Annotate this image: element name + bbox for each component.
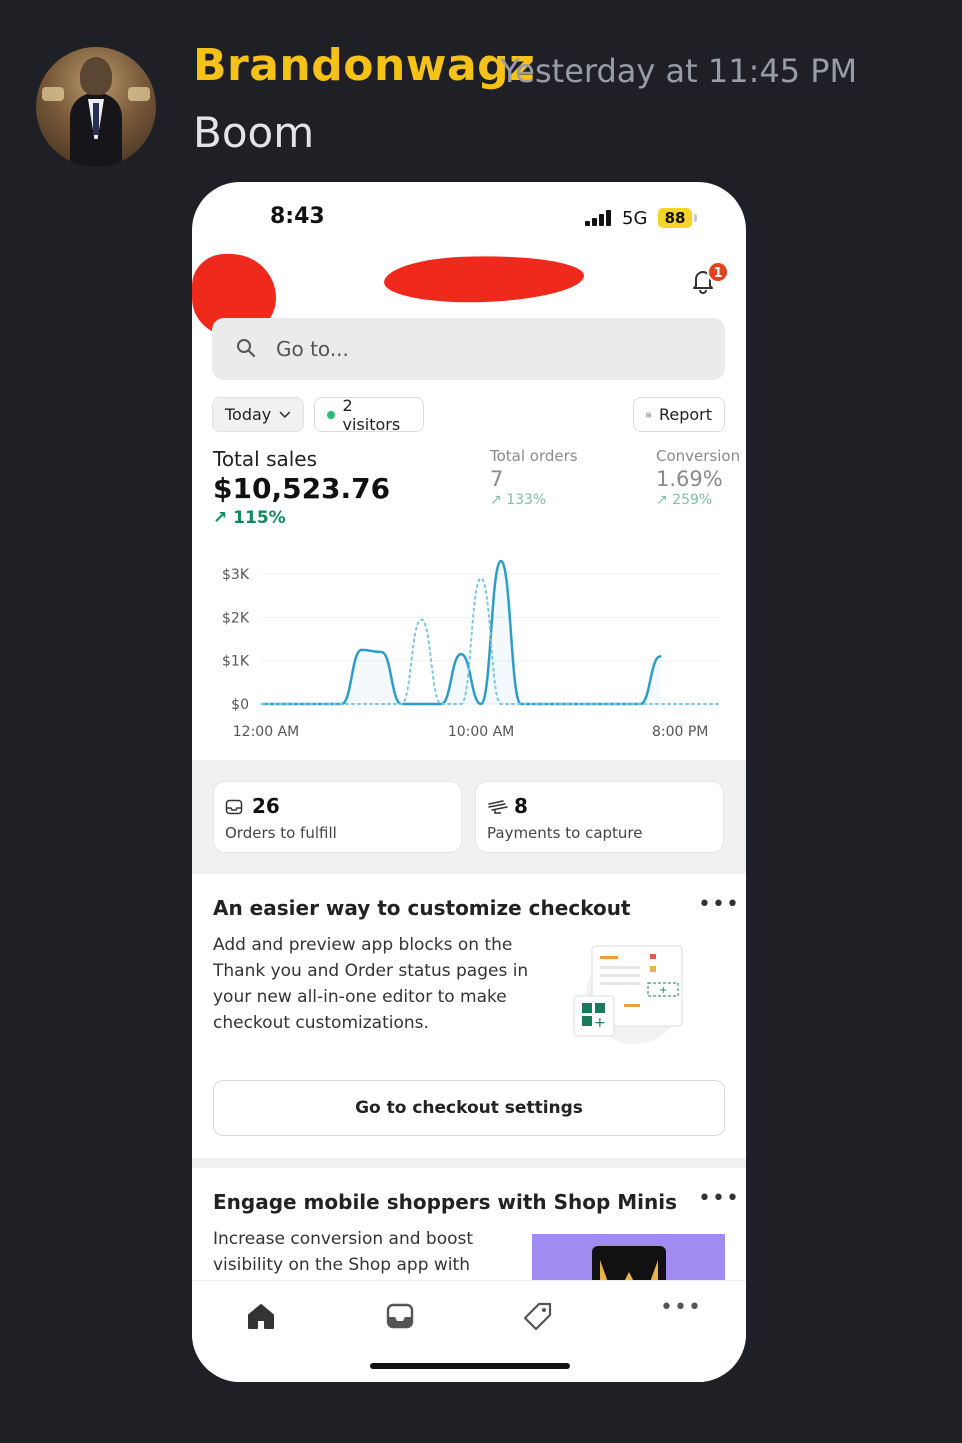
sales-chart[interactable]: $3K $2K $1K $0 12:00 AM 10:00 AM 8:00 PM — [192, 552, 746, 752]
image-attachment[interactable]: 8:43 5G 88 1 Go to... Today 2 visitors R… — [192, 182, 746, 1382]
search-placeholder: Go to... — [276, 337, 349, 361]
avatar-head — [80, 57, 112, 95]
total-sales-change: ↗ 115% — [213, 508, 286, 528]
payments-to-capture-card[interactable]: 8 Payments to capture — [475, 781, 724, 853]
total-orders-label: Total orders — [490, 447, 578, 465]
shop-minis-image — [532, 1234, 725, 1282]
period-label: Today — [225, 405, 272, 424]
series-area — [262, 561, 661, 704]
payments-to-capture-label: Payments to capture — [487, 824, 643, 842]
more-options-icon[interactable]: ••• — [698, 892, 740, 917]
search-input[interactable]: Go to... — [212, 318, 725, 380]
avatar-tie — [93, 103, 99, 135]
visitors-label: 2 visitors — [342, 395, 401, 434]
report-icon — [646, 412, 651, 417]
total-orders-change: ↗ 133% — [490, 492, 547, 508]
battery-icon: 88 — [658, 208, 692, 228]
notification-badge: 1 — [707, 261, 729, 283]
network-type: 5G — [622, 208, 648, 229]
cash-icon — [488, 800, 508, 814]
y-tick-label: $2K — [222, 610, 250, 626]
home-indicator — [370, 1363, 570, 1369]
y-tick-label: $0 — [231, 697, 249, 713]
period-dropdown[interactable]: Today — [212, 397, 304, 432]
conversion-change-value: 259% — [672, 492, 713, 508]
orders-to-fulfill-card[interactable]: 26 Orders to fulfill — [213, 781, 462, 853]
conversion-label: Conversion — [656, 447, 741, 465]
total-sales-label: Total sales — [213, 447, 318, 471]
chevron-down-icon — [279, 411, 291, 418]
x-tick-label: 8:00 PM — [652, 724, 708, 740]
report-label: Report — [658, 405, 712, 424]
y-tick-label: $1K — [222, 654, 250, 670]
promo-shop-minis-title: Engage mobile shoppers with Shop Minis — [213, 1190, 678, 1214]
message-timestamp: Yesterday at 11:45 PM — [500, 52, 858, 90]
promo-checkout-title: An easier way to customize checkout — [213, 896, 631, 920]
y-tick-label: $3K — [222, 567, 250, 583]
report-button[interactable]: Report — [633, 397, 725, 432]
total-orders-value: 7 — [490, 467, 504, 491]
section-divider — [192, 1158, 746, 1168]
promo-shop-minis-body: Increase conversion and boost visibility… — [213, 1229, 474, 1275]
total-orders-change-value: 133% — [506, 492, 547, 508]
conversion-value: 1.69% — [656, 467, 723, 491]
home-icon[interactable] — [244, 1299, 278, 1333]
more-options-icon[interactable]: ••• — [698, 1186, 740, 1211]
checkout-settings-button[interactable]: Go to checkout settings — [213, 1080, 725, 1136]
orders-to-fulfill-count: 26 — [252, 794, 280, 818]
svg-text:+: + — [594, 1015, 606, 1031]
tag-icon[interactable] — [521, 1299, 555, 1333]
total-sales-change-value: 115% — [233, 508, 286, 528]
inbox-icon — [225, 799, 243, 815]
live-dot-icon — [327, 410, 335, 419]
promo-checkout-body: Add and preview app blocks on the Thank … — [213, 935, 529, 1033]
svg-text:+: + — [659, 985, 667, 996]
message-text: Boom — [193, 108, 315, 157]
shop-minis-phone-graphic — [592, 1246, 666, 1282]
avatar-bg-detail — [128, 87, 150, 101]
signal-icon — [585, 210, 613, 226]
visitors-pill[interactable]: 2 visitors — [314, 395, 424, 434]
checkout-editor-illustration-icon: + + — [573, 945, 683, 1044]
avatar[interactable] — [36, 47, 156, 167]
orders-to-fulfill-label: Orders to fulfill — [225, 824, 337, 842]
search-icon — [237, 339, 255, 357]
x-tick-label: 12:00 AM — [233, 724, 299, 740]
conversion-change: ↗ 259% — [656, 492, 713, 508]
username[interactable]: Brandonwagz — [193, 40, 535, 91]
x-tick-label: 10:00 AM — [448, 724, 514, 740]
avatar-bg-detail — [42, 87, 64, 101]
status-time: 8:43 — [270, 204, 325, 229]
battery-tip — [694, 214, 697, 222]
more-icon[interactable]: ••• — [660, 1295, 701, 1329]
payments-to-capture-count: 8 — [514, 794, 528, 818]
orders-icon[interactable] — [383, 1299, 417, 1333]
redaction-mark — [383, 252, 585, 306]
bottom-tab-bar: ••• — [192, 1280, 746, 1382]
total-sales-value: $10,523.76 — [213, 472, 391, 505]
